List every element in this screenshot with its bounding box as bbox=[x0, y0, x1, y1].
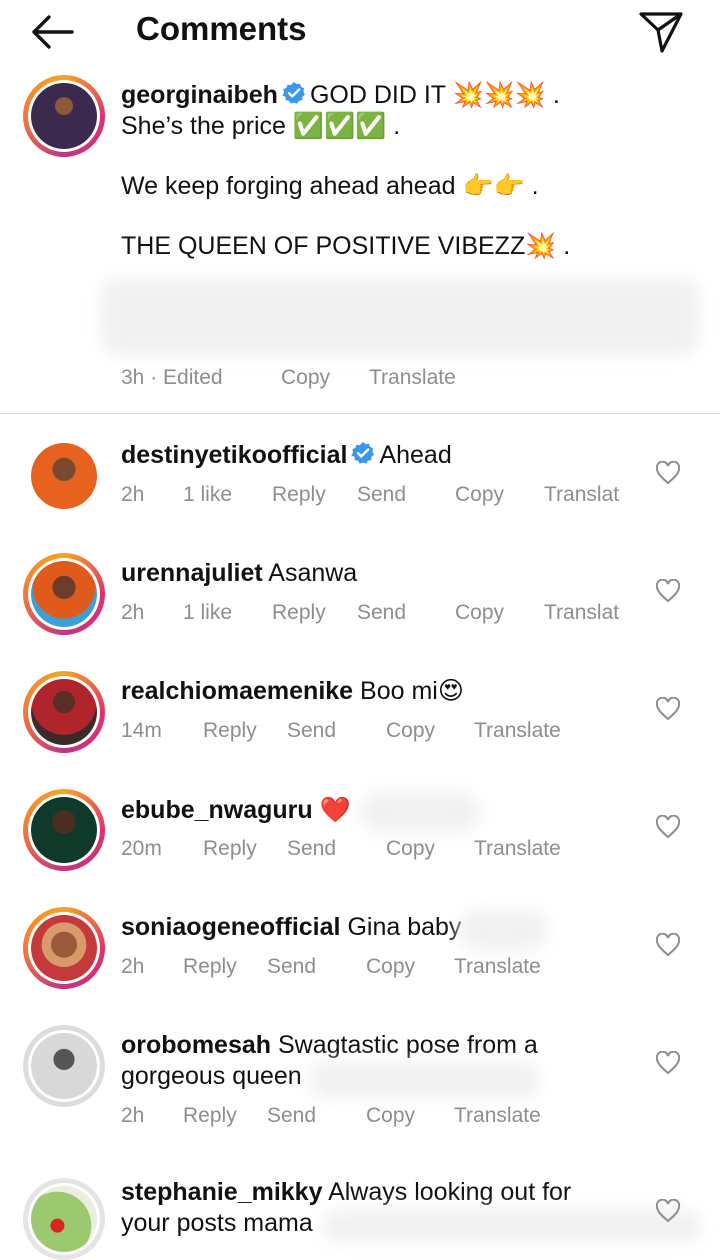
back-arrow-icon[interactable] bbox=[28, 10, 78, 54]
translate-button[interactable]: Translate bbox=[369, 366, 456, 390]
comment-username[interactable]: urennajuliet bbox=[121, 559, 263, 587]
translate-button[interactable]: Translat bbox=[544, 601, 619, 625]
send-button[interactable]: Send bbox=[357, 601, 406, 625]
likes-count[interactable]: 1 like bbox=[183, 601, 232, 625]
page-title: Comments bbox=[136, 10, 307, 47]
caption-username[interactable]: georginaibeh bbox=[121, 81, 278, 109]
caption-time: 3h · Edited bbox=[121, 366, 223, 389]
blurred-watermark bbox=[458, 910, 548, 950]
reply-button[interactable]: Reply bbox=[203, 719, 257, 743]
reply-button[interactable]: Reply bbox=[183, 955, 237, 979]
heart-outline-icon[interactable] bbox=[655, 578, 681, 603]
translate-button[interactable]: Translate bbox=[454, 1104, 541, 1128]
blurred-watermark bbox=[322, 1210, 702, 1242]
comment-text: urennajuliet Asanwa bbox=[121, 558, 591, 589]
comment-time: 14m bbox=[121, 719, 162, 742]
comment-username[interactable]: ebube_nwaguru bbox=[121, 796, 313, 824]
comment-time: 2h bbox=[121, 601, 145, 624]
comment-body: Gina baby bbox=[347, 913, 462, 941]
caption-line-1: GOD DID IT 💥💥💥 . bbox=[309, 81, 560, 109]
comment-text: ebube_nwaguru ❤️ bbox=[121, 794, 591, 826]
comment-time: 2h bbox=[121, 955, 145, 978]
translate-button[interactable]: Translate bbox=[474, 719, 561, 743]
heart-outline-icon[interactable] bbox=[655, 932, 681, 957]
avatar[interactable] bbox=[23, 435, 105, 517]
heart-outline-icon[interactable] bbox=[655, 1198, 681, 1223]
comment-body: ❤️ bbox=[319, 795, 351, 824]
caption-line-3: We keep forging ahead ahead 👉👉 . bbox=[121, 172, 539, 200]
comment-username[interactable]: stephanie_mikky bbox=[121, 1178, 323, 1206]
comment-body: Ahead bbox=[379, 441, 452, 469]
send-paper-plane-icon[interactable] bbox=[636, 6, 686, 56]
avatar[interactable] bbox=[23, 1178, 105, 1260]
likes-count[interactable]: 1 like bbox=[183, 483, 232, 507]
divider bbox=[0, 413, 720, 414]
comment-username[interactable]: realchiomaemenike bbox=[121, 677, 353, 705]
heart-outline-icon[interactable] bbox=[655, 696, 681, 721]
comment-time: 20m bbox=[121, 837, 162, 860]
comment-time: 2h bbox=[121, 483, 145, 506]
comment-username[interactable]: orobomesah bbox=[121, 1031, 271, 1059]
reply-button[interactable]: Reply bbox=[183, 1104, 237, 1128]
verified-badge-icon bbox=[282, 82, 305, 104]
send-button[interactable]: Send bbox=[287, 837, 336, 861]
translate-button[interactable]: Translate bbox=[474, 837, 561, 861]
reply-button[interactable]: Reply bbox=[203, 837, 257, 861]
caption-line-2: She’s the price ✅✅✅ . bbox=[121, 112, 401, 140]
avatar[interactable] bbox=[23, 75, 105, 157]
copy-button[interactable]: Copy bbox=[386, 837, 435, 861]
send-button[interactable]: Send bbox=[267, 955, 316, 979]
comment-username[interactable]: soniaogeneofficial bbox=[121, 913, 340, 941]
heart-outline-icon[interactable] bbox=[655, 814, 681, 839]
comment-body: Boo mi😍 bbox=[360, 677, 464, 705]
heart-outline-icon[interactable] bbox=[655, 1050, 681, 1075]
comment-text: destinyetikoofficial Ahead bbox=[121, 440, 591, 471]
translate-button[interactable]: Translate bbox=[454, 955, 541, 979]
send-button[interactable]: Send bbox=[287, 719, 336, 743]
comment-text: realchiomaemenike Boo mi😍 bbox=[121, 676, 591, 707]
reply-button[interactable]: Reply bbox=[272, 483, 326, 507]
avatar[interactable] bbox=[23, 671, 105, 753]
copy-button[interactable]: Copy bbox=[366, 1104, 415, 1128]
avatar[interactable] bbox=[23, 789, 105, 871]
send-button[interactable]: Send bbox=[357, 483, 406, 507]
comments-header: Comments bbox=[0, 0, 720, 60]
translate-button[interactable]: Translat bbox=[544, 483, 619, 507]
copy-button[interactable]: Copy bbox=[455, 601, 504, 625]
blurred-watermark bbox=[310, 1062, 540, 1098]
copy-button[interactable]: Copy bbox=[281, 366, 330, 390]
copy-button[interactable]: Copy bbox=[455, 483, 504, 507]
comment-username[interactable]: destinyetikoofficial bbox=[121, 441, 347, 469]
copy-button[interactable]: Copy bbox=[386, 719, 435, 743]
post-caption: georginaibeh GOD DID IT 💥💥💥 . She’s the p… bbox=[121, 80, 701, 262]
comment-time: 2h bbox=[121, 1104, 145, 1127]
verified-badge-icon bbox=[351, 442, 375, 464]
avatar[interactable] bbox=[23, 553, 105, 635]
reply-button[interactable]: Reply bbox=[272, 601, 326, 625]
heart-outline-icon[interactable] bbox=[655, 460, 681, 485]
blurred-watermark bbox=[360, 792, 480, 832]
copy-button[interactable]: Copy bbox=[366, 955, 415, 979]
blurred-watermark bbox=[100, 278, 700, 356]
caption-line-4: THE QUEEN OF POSITIVE VIBEZZ💥 . bbox=[121, 232, 571, 260]
comment-body: Asanwa bbox=[268, 559, 358, 587]
avatar[interactable] bbox=[23, 907, 105, 989]
avatar[interactable] bbox=[23, 1025, 105, 1107]
send-button[interactable]: Send bbox=[267, 1104, 316, 1128]
